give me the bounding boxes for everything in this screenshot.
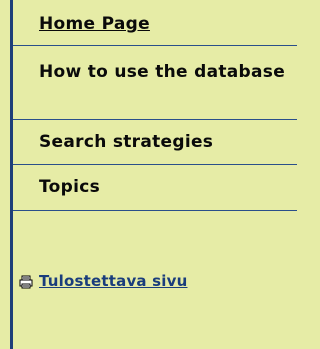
printable-page-text[interactable]: Tulostettava sivu xyxy=(39,272,188,290)
sidebar-nav: Home Page How to use the database Search… xyxy=(13,0,297,211)
nav-label-search-strategies[interactable]: Search strategies xyxy=(39,132,213,152)
printable-page-link[interactable]: Tulostettava sivu xyxy=(19,272,188,290)
nav-item-search-strategies[interactable]: Search strategies xyxy=(13,120,297,165)
nav-item-how-to-use[interactable]: How to use the database xyxy=(13,46,297,120)
nav-link-home-page[interactable]: Home Page xyxy=(39,14,150,34)
nav-item-topics[interactable]: Topics xyxy=(13,165,297,211)
nav-label-how-to-use[interactable]: How to use the database xyxy=(39,62,285,82)
nav-label-topics[interactable]: Topics xyxy=(39,177,100,197)
printer-icon[interactable] xyxy=(19,274,33,289)
sidebar: Home Page How to use the database Search… xyxy=(0,0,297,349)
nav-item-home-page[interactable]: Home Page xyxy=(13,0,297,46)
